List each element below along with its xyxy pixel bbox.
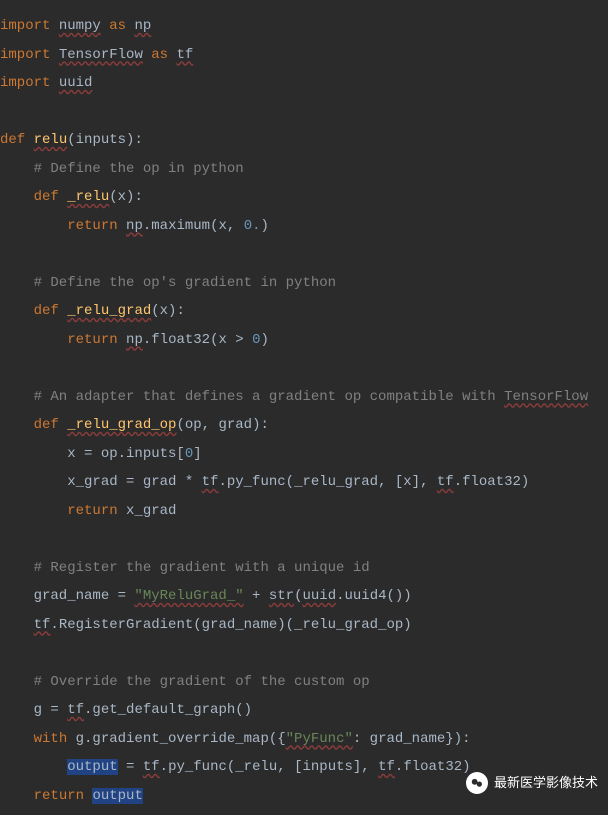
code-line-3: import uuid xyxy=(0,69,608,98)
code-line-15: return x_grad xyxy=(0,497,608,526)
code-line-18: tf.RegisterGradient(grad_name)(_relu_gra… xyxy=(0,611,608,640)
watermark: 最新医学影像技术 xyxy=(466,769,598,798)
code-editor: import numpy as np import TensorFlow as … xyxy=(0,12,608,810)
watermark-text: 最新医学影像技术 xyxy=(494,769,598,798)
blank-line xyxy=(0,98,608,127)
wechat-icon xyxy=(466,772,488,794)
code-line-4: def relu(inputs): xyxy=(0,126,608,155)
code-line-11: # An adapter that defines a gradient op … xyxy=(0,383,608,412)
blank-line xyxy=(0,354,608,383)
code-line-2: import TensorFlow as tf xyxy=(0,41,608,70)
code-line-14: x_grad = grad * tf.py_func(_relu_grad, [… xyxy=(0,468,608,497)
blank-line xyxy=(0,639,608,668)
code-line-1: import numpy as np xyxy=(0,12,608,41)
code-line-21: with g.gradient_override_map({"PyFunc": … xyxy=(0,725,608,754)
code-line-16: # Register the gradient with a unique id xyxy=(0,554,608,583)
code-line-8: # Define the op's gradient in python xyxy=(0,269,608,298)
code-line-12: def _relu_grad_op(op, grad): xyxy=(0,411,608,440)
code-line-20: g = tf.get_default_graph() xyxy=(0,696,608,725)
code-line-10: return np.float32(x > 0) xyxy=(0,326,608,355)
code-line-6: def _relu(x): xyxy=(0,183,608,212)
code-line-5: # Define the op in python xyxy=(0,155,608,184)
blank-line xyxy=(0,240,608,269)
code-line-9: def _relu_grad(x): xyxy=(0,297,608,326)
code-line-17: grad_name = "MyReluGrad_" + str(uuid.uui… xyxy=(0,582,608,611)
code-line-13: x = op.inputs[0] xyxy=(0,440,608,469)
blank-line xyxy=(0,525,608,554)
code-line-7: return np.maximum(x, 0.) xyxy=(0,212,608,241)
code-line-19: # Override the gradient of the custom op xyxy=(0,668,608,697)
